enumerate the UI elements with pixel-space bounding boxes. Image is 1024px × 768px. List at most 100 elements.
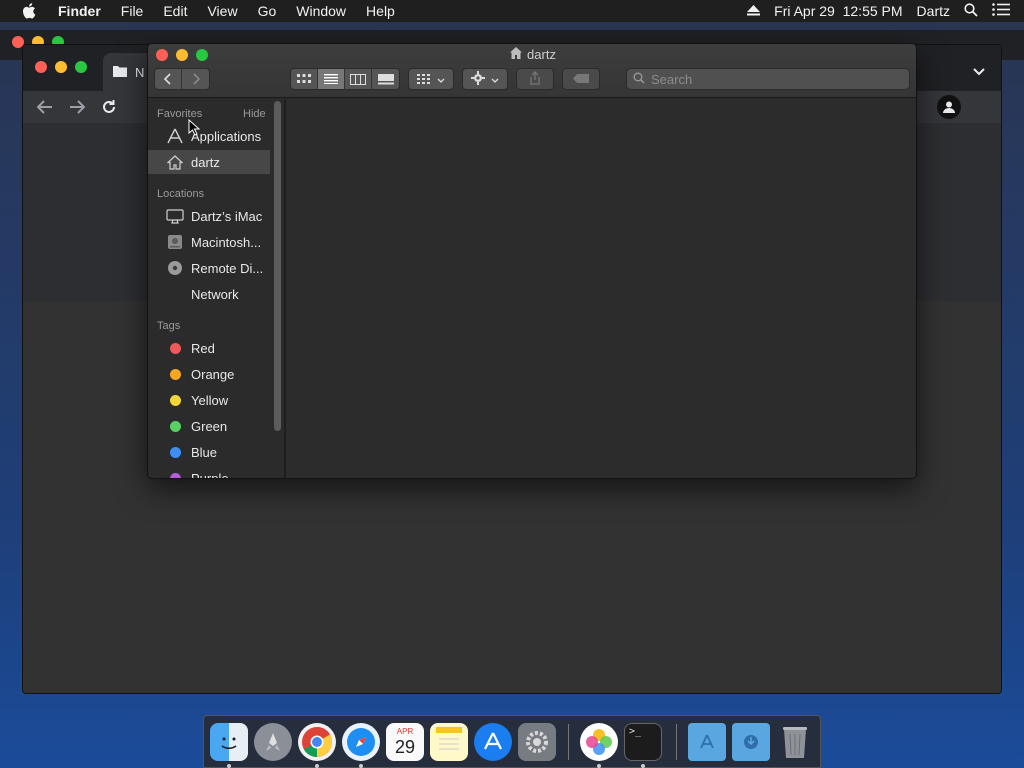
eject-icon[interactable] <box>747 3 761 19</box>
user-name[interactable]: Dartz <box>917 3 950 19</box>
spotlight-icon[interactable] <box>964 2 978 20</box>
zoom-icon[interactable] <box>75 61 87 73</box>
sidebar-tag-blue[interactable]: Blue <box>148 440 270 464</box>
tag-dot-icon <box>165 469 185 478</box>
sidebar-item-remote-disc[interactable]: Remote Di... <box>148 256 270 280</box>
locations-header: Locations <box>157 188 205 200</box>
close-icon[interactable] <box>35 61 47 73</box>
menu-bar: Finder File Edit View Go Window Help Fri… <box>0 0 1024 22</box>
sidebar-item-label: Red <box>191 340 215 356</box>
sidebar-item-label: Remote Di... <box>191 260 264 276</box>
sidebar-item-macintosh-hd[interactable]: Macintosh... <box>148 230 270 254</box>
sidebar-tag-red[interactable]: Red <box>148 336 270 360</box>
system-preferences-icon[interactable] <box>518 723 556 761</box>
minimize-icon[interactable] <box>55 61 67 73</box>
disc-icon <box>165 259 185 277</box>
finder-dock-icon[interactable] <box>210 723 248 761</box>
applications-icon <box>165 127 185 145</box>
dock-separator <box>676 724 677 760</box>
tag-icon <box>573 72 589 86</box>
forward-button[interactable] <box>182 69 209 89</box>
group-by-button[interactable] <box>408 68 454 90</box>
safari-icon[interactable] <box>342 723 380 761</box>
finder-title: dartz <box>148 47 916 62</box>
back-button[interactable] <box>155 69 182 89</box>
menu-edit[interactable]: Edit <box>163 3 187 19</box>
tag-dot-icon <box>165 391 185 409</box>
tags-header: Tags <box>157 320 181 332</box>
menu-window[interactable]: Window <box>296 3 346 19</box>
hide-favorites-button[interactable]: Hide <box>243 108 266 120</box>
notes-icon[interactable] <box>430 723 468 761</box>
reload-icon[interactable] <box>93 95 125 119</box>
sidebar-item-label: Orange <box>191 366 235 382</box>
sidebar-tag-green[interactable]: Green <box>148 414 270 438</box>
action-button[interactable] <box>462 68 508 90</box>
finder-sidebar: Favorites Hide Applications dartz Locati… <box>148 99 274 478</box>
sidebar-item-label: dartz <box>191 154 220 170</box>
gear-icon <box>471 70 485 88</box>
profile-icon[interactable] <box>937 95 961 119</box>
chevron-down-icon[interactable] <box>973 63 985 81</box>
calendar-icon[interactable]: APR 29 <box>386 723 424 761</box>
sidebar-item-label: Yellow <box>191 392 229 408</box>
icon-view-button[interactable] <box>291 69 318 89</box>
menu-app-name[interactable]: Finder <box>58 3 101 19</box>
launchpad-icon[interactable] <box>254 723 292 761</box>
chrome-icon[interactable] <box>298 723 336 761</box>
running-indicator <box>315 764 319 768</box>
back-arrow-icon[interactable] <box>29 95 61 119</box>
tag-dot-icon <box>165 417 185 435</box>
scrollbar-thumb[interactable] <box>274 101 281 431</box>
running-indicator <box>641 764 645 768</box>
sidebar-scrollbar[interactable] <box>274 101 282 431</box>
forward-arrow-icon[interactable] <box>61 95 93 119</box>
nav-buttons <box>154 68 210 90</box>
tag-dot-icon <box>165 443 185 461</box>
tags-button[interactable] <box>562 68 600 90</box>
sidebar-tag-orange[interactable]: Orange <box>148 362 270 386</box>
notification-center-icon[interactable] <box>992 3 1010 19</box>
search-field[interactable]: Search <box>626 68 910 90</box>
menu-help[interactable]: Help <box>366 3 395 19</box>
menu-go[interactable]: Go <box>258 3 277 19</box>
terminal-icon[interactable]: >_ <box>624 723 662 761</box>
app-store-icon[interactable] <box>474 723 512 761</box>
column-view-button[interactable] <box>345 69 372 89</box>
list-view-button[interactable] <box>318 69 345 89</box>
apple-menu-icon[interactable] <box>18 3 40 19</box>
menu-file[interactable]: File <box>121 3 144 19</box>
downloads-folder-icon[interactable] <box>732 723 770 761</box>
finder-content-area[interactable] <box>286 99 916 478</box>
sidebar-item-label: Applications <box>191 128 262 144</box>
hard-disk-icon <box>165 233 185 251</box>
running-indicator <box>359 764 363 768</box>
finder-title-text: dartz <box>527 47 556 62</box>
sidebar-tag-yellow[interactable]: Yellow <box>148 388 270 412</box>
sidebar-tag-purple[interactable]: Purple <box>148 466 270 478</box>
trash-icon[interactable] <box>776 723 814 761</box>
finder-window: dartz Search Favorites Hide Applications… <box>147 43 917 479</box>
gallery-view-button[interactable] <box>372 69 399 89</box>
sidebar-item-imac[interactable]: Dartz’s iMac <box>148 204 270 228</box>
sidebar-item-label: Green <box>191 418 228 434</box>
sidebar-item-network[interactable]: Network <box>148 282 270 306</box>
photos-icon[interactable] <box>580 723 618 761</box>
running-indicator <box>227 764 231 768</box>
sidebar-item-home[interactable]: dartz <box>148 150 270 174</box>
chrome-window-controls <box>35 61 87 73</box>
clock[interactable]: Fri Apr 29 12:55 PM <box>774 3 902 19</box>
chevron-down-icon <box>491 72 499 86</box>
sidebar-item-applications[interactable]: Applications <box>148 124 270 148</box>
share-button[interactable] <box>516 68 554 90</box>
mouse-pointer-icon <box>188 118 201 141</box>
home-icon <box>510 47 523 62</box>
menu-view[interactable]: View <box>207 3 237 19</box>
dock-separator <box>568 724 569 760</box>
sidebar-item-label: Network <box>191 286 239 302</box>
applications-folder-icon[interactable] <box>688 723 726 761</box>
network-icon <box>165 285 185 303</box>
search-icon <box>633 72 645 87</box>
calendar-day: 29 <box>394 737 416 757</box>
tag-dot-icon <box>165 339 185 357</box>
